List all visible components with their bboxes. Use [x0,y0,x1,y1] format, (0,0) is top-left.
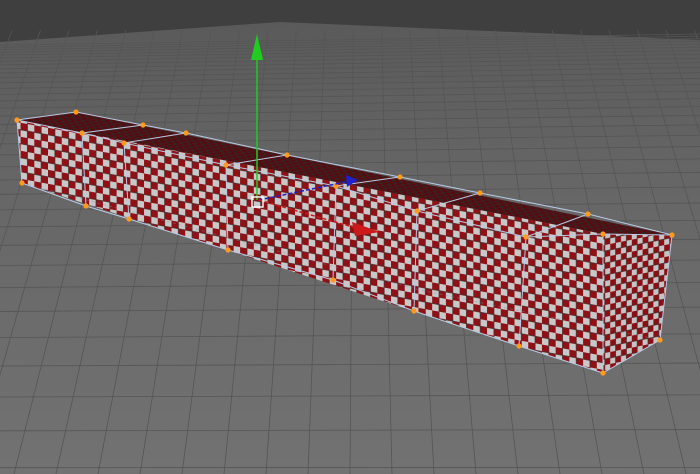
3d-viewport[interactable] [0,0,700,474]
vertex-point[interactable] [183,130,189,136]
vertex-point[interactable] [126,216,132,222]
vertex-point[interactable] [585,211,591,217]
vertex-point[interactable] [284,152,290,158]
vertex-point[interactable] [140,122,146,128]
vertex-point[interactable] [657,337,663,343]
vertex-point[interactable] [411,308,417,314]
vertex-point[interactable] [19,180,25,186]
vertex-point[interactable] [600,231,606,237]
vertex-point[interactable] [83,203,89,209]
vertex-point[interactable] [397,174,403,180]
viewport-canvas[interactable] [0,0,700,474]
vertex-point[interactable] [669,232,675,238]
vertex-point[interactable] [225,247,231,253]
vertex-point[interactable] [121,140,127,146]
vertex-point[interactable] [330,277,336,283]
vertex-point[interactable] [516,343,522,349]
vertex-point[interactable] [477,190,483,196]
vertex-point[interactable] [523,234,529,240]
vertex-point[interactable] [79,130,85,136]
vertex-point[interactable] [414,208,420,214]
vertex-point[interactable] [14,117,20,123]
vertex-point[interactable] [600,370,606,376]
vertex-point[interactable] [73,109,79,115]
vertex-point[interactable] [223,162,229,168]
